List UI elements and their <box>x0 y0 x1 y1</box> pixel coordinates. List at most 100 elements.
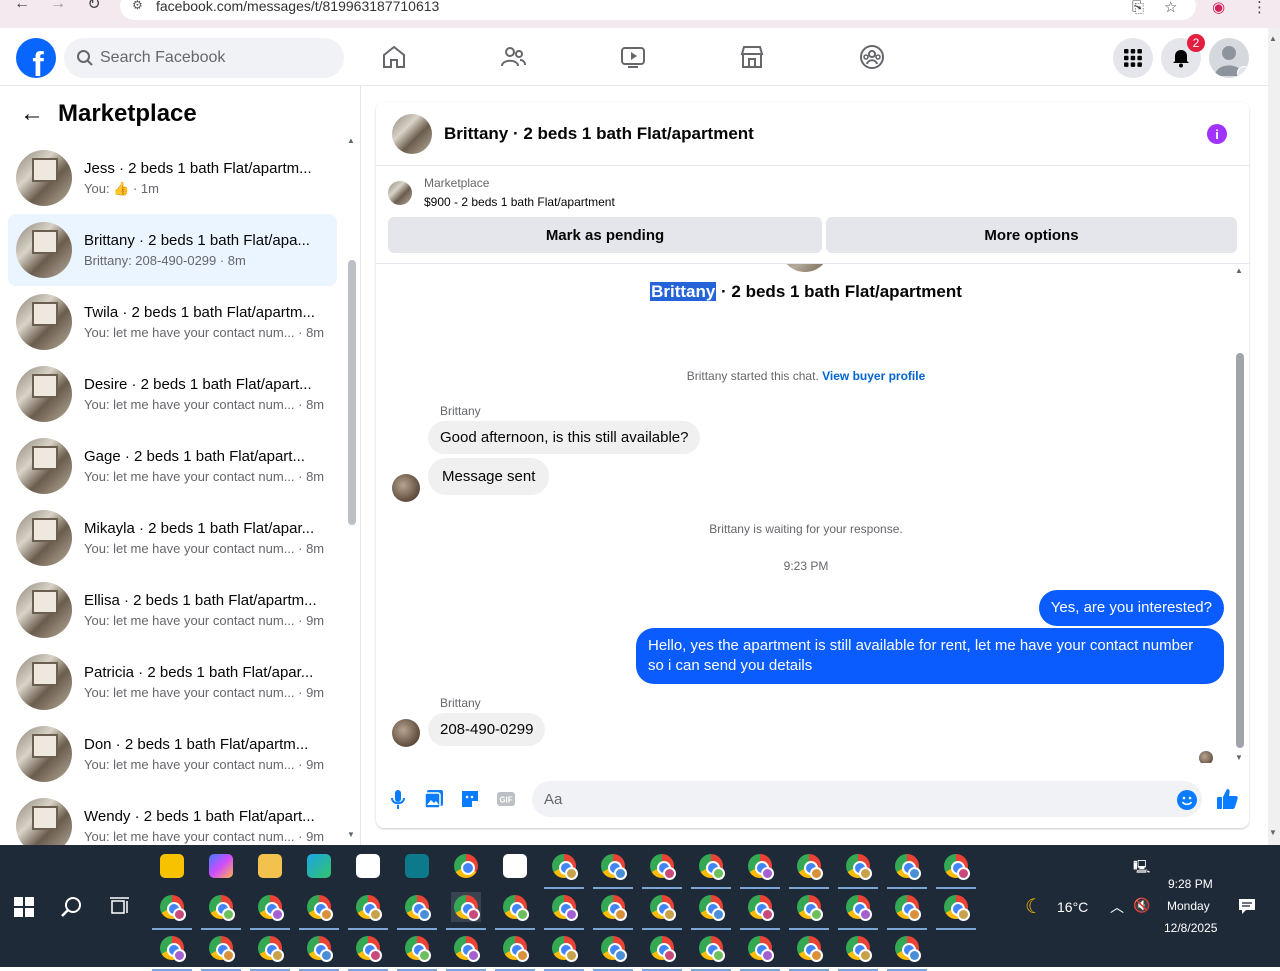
chrome-window-icon[interactable] <box>544 933 584 971</box>
chrome-window-icon[interactable] <box>397 892 437 930</box>
facebook-logo-icon[interactable]: f <box>16 38 56 78</box>
groups-icon[interactable] <box>859 44 885 70</box>
site-info-icon[interactable]: ⚙ <box>132 0 143 12</box>
home-icon[interactable] <box>381 44 407 70</box>
chrome-window-icon[interactable] <box>201 892 241 930</box>
incoming-message[interactable]: Message sent <box>428 458 550 495</box>
conversation-item[interactable]: Twila · 2 beds 1 bath Flat/apartm... You:… <box>8 286 337 358</box>
conversation-list-scrollbar[interactable]: ▲ ▼ <box>346 136 358 839</box>
conversation-item[interactable]: Jess · 2 beds 1 bath Flat/apartm... You: … <box>8 142 337 214</box>
thumbs-up-icon[interactable] <box>1215 787 1239 811</box>
file-explorer-icon[interactable] <box>255 851 285 881</box>
back-arrow-icon[interactable]: ← <box>20 100 44 128</box>
chrome-window-icon[interactable] <box>887 892 927 930</box>
photo-icon[interactable] <box>423 788 445 810</box>
scroll-up-icon[interactable]: ▲ <box>1235 266 1243 275</box>
taskbar-search-icon[interactable] <box>60 895 84 919</box>
conversation-item[interactable]: Patricia · 2 beds 1 bath Flat/apar... You… <box>8 646 337 718</box>
marketplace-icon[interactable] <box>739 44 765 70</box>
browser-menu-icon[interactable]: ⋮ <box>1252 0 1267 16</box>
chrome-window-icon[interactable] <box>593 933 633 971</box>
profile-icon[interactable]: ◉ <box>1212 0 1225 16</box>
message-input[interactable]: Aa <box>532 781 1202 817</box>
chrome-window-icon[interactable] <box>887 933 927 971</box>
chrome-window-icon[interactable] <box>446 892 486 930</box>
chrome-window-icon[interactable] <box>838 933 878 971</box>
conversation-item[interactable]: Wendy · 2 beds 1 bath Flat/apart... You: … <box>8 790 337 845</box>
clock-day[interactable]: Monday <box>1167 899 1210 913</box>
chrome-window-icon[interactable] <box>152 933 192 971</box>
chrome-window-icon[interactable] <box>348 933 388 971</box>
chrome-window-icon[interactable] <box>495 933 535 971</box>
chrome-window-icon[interactable] <box>691 892 731 930</box>
reload-icon[interactable]: ↻ <box>76 0 112 14</box>
search-input[interactable]: Search Facebook <box>64 38 344 78</box>
task-view-icon[interactable] <box>109 896 131 918</box>
sticky-notes-icon[interactable] <box>157 851 187 881</box>
network-icon[interactable]: 🖳 <box>1133 858 1150 880</box>
edge-icon[interactable] <box>304 851 334 881</box>
weather-temperature[interactable]: 16°C <box>1057 899 1088 915</box>
chrome-window-icon[interactable] <box>838 851 878 889</box>
chrome-window-icon[interactable] <box>936 892 976 930</box>
chrome-window-icon[interactable] <box>642 851 682 889</box>
chrome-window-icon[interactable] <box>299 933 339 971</box>
chrome-window-icon[interactable] <box>397 933 437 971</box>
menu-grid-icon[interactable] <box>1113 38 1153 78</box>
chrome-window-icon[interactable] <box>250 933 290 971</box>
incoming-message[interactable]: 208-490-0299 <box>428 713 546 746</box>
chrome-window-icon[interactable] <box>642 892 682 930</box>
paint-icon[interactable] <box>353 851 383 881</box>
arrow-left-icon[interactable]: ← <box>4 0 40 14</box>
conversation-item[interactable]: Desire · 2 beds 1 bath Flat/apart... You:… <box>8 358 337 430</box>
incoming-message[interactable]: Good afternoon, is this still available? <box>428 421 701 454</box>
chrome-window-icon[interactable] <box>642 933 682 971</box>
chrome-window-icon[interactable] <box>936 851 976 889</box>
windows-start-icon[interactable] <box>14 897 34 917</box>
chrome-window-icon[interactable] <box>348 892 388 930</box>
sender-avatar[interactable] <box>392 719 420 747</box>
document-icon[interactable] <box>500 851 530 881</box>
listing-summary[interactable]: Marketplace $900 - 2 beds 1 bath Flat/ap… <box>388 176 615 209</box>
notification-center-icon[interactable] <box>1238 897 1256 915</box>
bookmark-star-icon[interactable]: ☆ <box>1164 0 1177 16</box>
outgoing-message[interactable]: Hello, yes the apartment is still availa… <box>636 628 1224 684</box>
mark-as-pending-button[interactable]: Mark as pending <box>388 217 822 253</box>
conversation-item[interactable]: Ellisa · 2 beds 1 bath Flat/apartm... You… <box>8 574 337 646</box>
more-options-button[interactable]: More options <box>826 217 1237 253</box>
chrome-window-icon[interactable] <box>299 892 339 930</box>
microphone-icon[interactable] <box>387 788 409 810</box>
sender-avatar[interactable] <box>392 474 420 502</box>
sticker-icon[interactable] <box>459 788 481 810</box>
copilot-wave-icon[interactable] <box>402 851 432 881</box>
page-scrollbar[interactable]: ▲ ▼ <box>1268 28 1280 845</box>
info-icon[interactable]: i <box>1207 124 1227 144</box>
notifications-button[interactable]: 2 <box>1161 34 1205 78</box>
account-avatar[interactable]: ⌄ <box>1209 38 1249 78</box>
scroll-down-icon[interactable]: ▼ <box>1235 753 1243 762</box>
chrome-window-icon[interactable] <box>740 851 780 889</box>
chrome-window-icon[interactable] <box>544 892 584 930</box>
chrome-window-icon[interactable] <box>789 892 829 930</box>
chrome-window-icon[interactable] <box>691 851 731 889</box>
friends-icon[interactable] <box>500 44 526 70</box>
chrome-window-icon[interactable] <box>495 892 535 930</box>
chrome-window-icon[interactable] <box>838 892 878 930</box>
chrome-window-icon[interactable] <box>250 892 290 930</box>
message-thread-scrollbar[interactable]: ▲ ▼ <box>1234 263 1246 763</box>
copilot-icon[interactable] <box>206 851 236 881</box>
clock-time[interactable]: 9:28 PM <box>1168 877 1213 891</box>
chrome-window-icon[interactable] <box>789 933 829 971</box>
gif-icon[interactable]: GIF <box>495 788 517 810</box>
scrollbar-thumb[interactable] <box>348 260 356 525</box>
install-app-icon[interactable]: ⎘ <box>1132 0 1144 16</box>
outgoing-message[interactable]: Yes, are you interested? <box>1038 590 1224 626</box>
volume-muted-icon[interactable]: 🔇 <box>1133 897 1150 914</box>
chrome-window-icon[interactable] <box>691 933 731 971</box>
chrome-window-icon[interactable] <box>201 933 241 971</box>
view-buyer-profile-link[interactable]: View buyer profile <box>822 369 925 383</box>
chrome-window-icon[interactable] <box>446 933 486 971</box>
clock-date[interactable]: 12/8/2025 <box>1164 921 1217 935</box>
conversation-item[interactable]: Don · 2 beds 1 bath Flat/apartm... You: l… <box>8 718 337 790</box>
arrow-right-icon[interactable]: → <box>40 0 76 14</box>
